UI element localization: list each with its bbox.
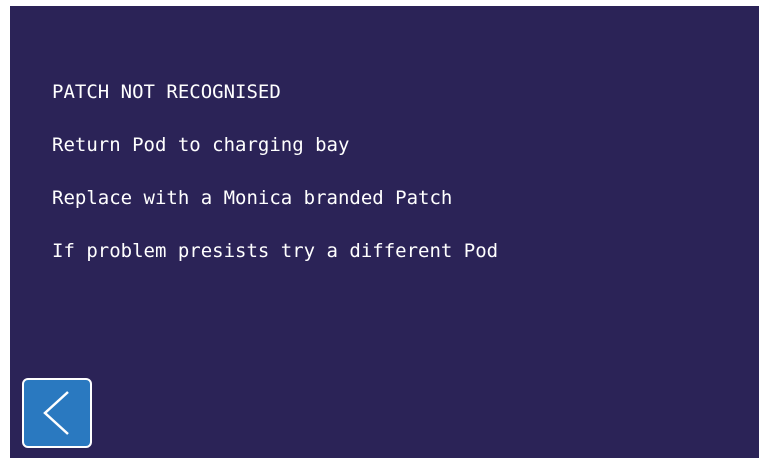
instruction-return-pod: Return Pod to charging bay — [52, 134, 350, 156]
instruction-replace-patch: Replace with a Monica branded Patch — [52, 187, 453, 209]
alert-screen: PATCH NOT RECOGNISED Return Pod to charg… — [10, 6, 759, 458]
chevron-left-icon — [43, 391, 69, 435]
instruction-try-different-pod: If problem presists try a different Pod — [52, 240, 499, 262]
back-button[interactable] — [22, 378, 92, 448]
alert-title: PATCH NOT RECOGNISED — [52, 81, 281, 103]
